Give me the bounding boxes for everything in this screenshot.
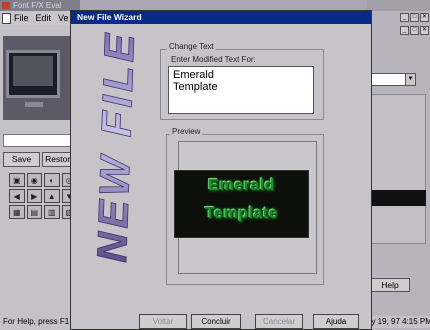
wizard-title: New File Wizard [71,11,371,24]
preview-group-right [323,134,324,284]
color-bar [371,190,426,206]
font-name-field[interactable] [3,134,78,147]
change-text-group-title: Change Text [167,42,216,51]
layout-icon-3[interactable]: ▥ [44,205,60,219]
modified-text-input[interactable]: Emerald Template [168,66,314,114]
change-text-group-left [160,49,161,119]
text-line-1: Emerald [173,69,214,81]
menu-edit[interactable]: Edit [36,13,52,23]
prompt-label: Enter Modified Text For: [171,55,256,64]
chevron-down-icon[interactable]: ▼ [405,74,415,85]
back-button[interactable]: Voltar [139,314,187,329]
app-icon [2,2,10,9]
help-wizard-button[interactable]: Ajuda [313,314,359,329]
change-text-group-right [323,49,324,119]
background-app-right-titlebar [367,0,430,11]
finish-button[interactable]: Concluir [191,314,241,329]
layout-icon-1[interactable]: ▦ [9,205,25,219]
arrow-left-icon[interactable]: ◀ [9,189,25,203]
menu-view[interactable]: Ve [58,13,69,23]
properties-panel [371,94,426,244]
shape-icon[interactable]: ◉ [26,173,42,187]
preview-group-bottom [166,284,324,285]
child-close-icon[interactable]: ✕ [420,26,429,35]
document-icon [2,13,11,25]
preview-text-line-2: Template [204,205,279,222]
arrow-right-icon[interactable]: ▶ [26,189,42,203]
side-art-text: NEW FILE [88,29,140,263]
child-maximize-icon[interactable]: □ [410,26,419,35]
new-file-banner-art: NEW FILE [88,29,140,264]
monitor-stand [25,102,43,107]
close-icon[interactable]: ✕ [420,13,429,22]
layout-icon-2[interactable]: ▤ [26,205,42,219]
monitor-screen [13,56,53,86]
cancel-button[interactable]: Cancelar [255,314,303,329]
preview-group-left [166,134,167,284]
minimize-icon[interactable]: _ [400,13,409,22]
rotate-icon[interactable]: ◐ [44,173,60,187]
menu-file[interactable]: File [14,13,29,23]
zoom-icon[interactable]: ▣ [9,173,25,187]
maximize-icon[interactable]: □ [410,13,419,22]
background-menubar: File Edit Ve [0,11,80,25]
child-minimize-icon[interactable]: _ [400,26,409,35]
arrow-up-icon[interactable]: ▲ [44,189,60,203]
preview-text-line-1: Emerald [208,177,275,194]
change-text-group-bottom [160,119,324,120]
save-button[interactable]: Save [3,152,40,167]
preview-group-title: Preview [170,127,203,136]
background-app-titlebar: Font F/X Eval [0,0,80,11]
status-bar-right: ay 19, 97 4:15 PM [367,316,430,328]
text-line-2: Template [173,81,218,93]
help-button[interactable]: Help [370,278,410,292]
tool-palette: ▣ ◉ ◐ ◎ ◀ ▶ ▲ ▼ ▦ ▤ ▥ ▧ [9,173,77,219]
